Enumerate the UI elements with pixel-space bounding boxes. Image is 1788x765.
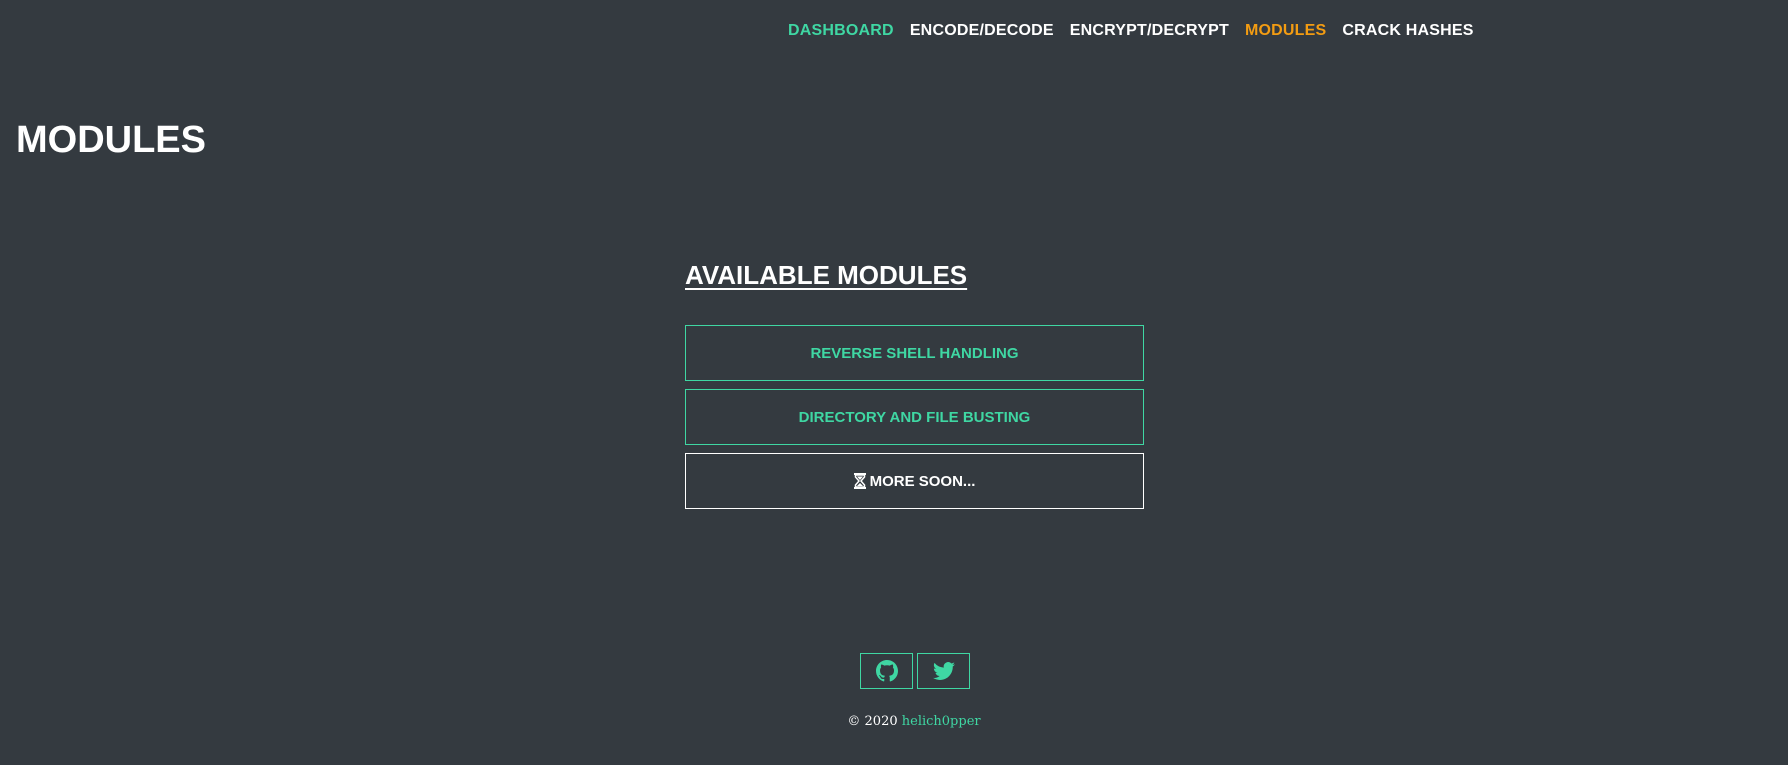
github-button[interactable] xyxy=(860,653,913,689)
copyright-text: © 2020 xyxy=(847,714,898,729)
copyright: © 2020 helich0pper xyxy=(0,714,1788,729)
nav-crack-hashes[interactable]: CRACK HASHES xyxy=(1342,21,1473,41)
more-soon-button[interactable]: MORE SOON... xyxy=(685,453,1144,509)
twitter-button[interactable] xyxy=(917,653,970,689)
page-title: MODULES xyxy=(16,119,206,161)
github-icon xyxy=(875,660,898,682)
modules-section: AVAILABLE MODULES REVERSE SHELL HANDLING… xyxy=(685,255,1144,517)
social-links xyxy=(860,653,970,689)
module-label: MORE SOON... xyxy=(869,472,976,490)
hourglass-icon xyxy=(853,473,866,489)
nav-dashboard[interactable]: DASHBOARD xyxy=(788,21,894,41)
twitter-icon xyxy=(932,662,955,680)
nav-modules[interactable]: MODULES xyxy=(1245,21,1326,41)
module-label: REVERSE SHELL HANDLING xyxy=(810,344,1019,362)
module-label: DIRECTORY AND FILE BUSTING xyxy=(798,408,1031,426)
nav-encode-decode[interactable]: ENCODE/DECODE xyxy=(910,21,1054,41)
modules-heading: AVAILABLE MODULES xyxy=(685,260,968,290)
top-nav: DASHBOARD ENCODE/DECODE ENCRYPT/DECRYPT … xyxy=(788,21,1474,41)
page: DASHBOARD ENCODE/DECODE ENCRYPT/DECRYPT … xyxy=(0,0,1788,765)
reverse-shell-button[interactable]: REVERSE SHELL HANDLING xyxy=(685,325,1144,381)
author-link[interactable]: helich0pper xyxy=(902,714,981,729)
dir-busting-button[interactable]: DIRECTORY AND FILE BUSTING xyxy=(685,389,1144,445)
nav-encrypt-decrypt[interactable]: ENCRYPT/DECRYPT xyxy=(1070,21,1229,41)
